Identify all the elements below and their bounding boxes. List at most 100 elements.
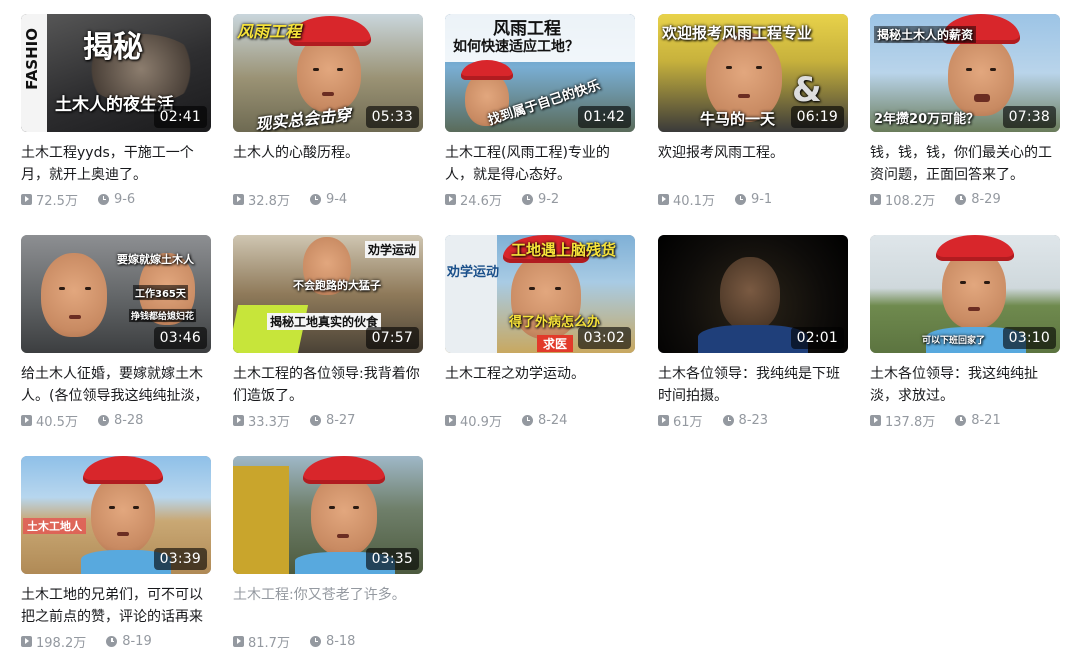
play-icon: [445, 414, 456, 426]
video-title[interactable]: 土木各位领导：我这纯纯扯淡，求放过。: [870, 363, 1060, 407]
video-duration: 05:33: [365, 106, 419, 128]
view-count: 32.8万: [233, 190, 290, 209]
play-icon: [870, 193, 881, 205]
publish-date: 8-18: [309, 634, 355, 649]
video-duration: 07:38: [1002, 106, 1056, 128]
view-count: 198.2万: [21, 632, 86, 651]
video-meta: 81.7万 8-18: [233, 632, 423, 651]
video-thumbnail[interactable]: 工地遇上脑残货 劝学运动 得了外病怎么办 求医 03:02: [445, 235, 635, 353]
clock-icon: [955, 414, 967, 426]
thumbnail-caption: &: [792, 70, 822, 110]
video-thumbnail[interactable]: 要嫁就嫁土木人 工作365天 挣钱都给媳妇花 03:46: [21, 235, 211, 353]
video-thumbnail[interactable]: FASHIO 揭秘 土木人的夜生活 02:41: [21, 14, 211, 132]
play-icon: [658, 193, 669, 205]
video-title[interactable]: 土木工程:你又苍老了许多。: [233, 584, 423, 628]
thumbnail-caption: 不会跑路的大猛子: [293, 279, 381, 292]
video-duration: 02:01: [790, 327, 844, 349]
thumbnail-caption: 土木工地人: [23, 518, 86, 534]
thumbnail-caption: 牛马的一天: [700, 110, 776, 128]
video-meta: 40.1万 9-1: [658, 190, 848, 209]
clock-icon: [97, 193, 109, 205]
publish-date: 8-29: [955, 192, 1001, 207]
video-card[interactable]: 揭秘土木人的薪资 2年攒20万可能？ 07:38 钱，钱，钱，你们最关心的工资问…: [870, 14, 1060, 209]
publish-date: 8-24: [521, 413, 567, 428]
video-duration: 07:57: [365, 327, 419, 349]
video-duration: 03:35: [365, 548, 419, 570]
clock-icon: [309, 414, 321, 426]
view-count: 24.6万: [445, 190, 502, 209]
video-meta: 40.5万 8-28: [21, 411, 211, 430]
video-thumbnail[interactable]: 欢迎报考风雨工程专业 & 牛马的一天 06:19: [658, 14, 848, 132]
video-card[interactable]: 土木工地人 03:39 土木工地的兄弟们，可不可以把之前点的赞，评论的话再来 1…: [21, 456, 211, 651]
video-card[interactable]: 风雨工程 如何快速适应工地？ 找到属于自己的快乐 01:42 土木工程(风雨工程…: [445, 14, 635, 209]
video-title[interactable]: 土木工程之劝学运动。: [445, 363, 635, 407]
video-thumbnail[interactable]: 02:01: [658, 235, 848, 353]
play-icon: [233, 635, 244, 647]
video-card[interactable]: 欢迎报考风雨工程专业 & 牛马的一天 06:19 欢迎报考风雨工程。 40.1万…: [658, 14, 848, 209]
video-title[interactable]: 土木工程yyds，干施工一个月，就开上奥迪了。: [21, 142, 211, 186]
thumbnail-caption: 可以下班回家了: [922, 336, 986, 346]
publish-date: 9-1: [734, 192, 772, 207]
video-card[interactable]: FASHIO 揭秘 土木人的夜生活 02:41 土木工程yyds，干施工一个月，…: [21, 14, 211, 209]
video-title[interactable]: 给土木人征婚，要嫁就嫁土木人。(各位领导我这纯纯扯淡，: [21, 363, 211, 407]
video-title[interactable]: 土木人的心酸历程。: [233, 142, 423, 186]
video-card[interactable]: 可以下班回家了 03:10 土木各位领导：我这纯纯扯淡，求放过。 137.8万 …: [870, 235, 1060, 430]
video-thumbnail[interactable]: 劝学运动 不会跑路的大猛子 揭秘工地真实的伙食 07:57: [233, 235, 423, 353]
video-title[interactable]: 钱，钱，钱，你们最关心的工资问题，正面回答来了。: [870, 142, 1060, 186]
clock-icon: [521, 414, 533, 426]
thumbnail-caption: 工地遇上脑残货: [511, 241, 617, 259]
view-count: 33.3万: [233, 411, 290, 430]
thumbnail-caption: 揭秘工地真实的伙食: [267, 313, 382, 330]
video-duration: 06:19: [790, 106, 844, 128]
video-title[interactable]: 欢迎报考风雨工程。: [658, 142, 848, 186]
video-thumbnail[interactable]: 土木工地人 03:39: [21, 456, 211, 574]
video-card[interactable]: 风雨工程 现实总会击穿 05:33 土木人的心酸历程。 32.8万 9-4: [233, 14, 423, 209]
play-icon: [233, 414, 244, 426]
thumbnail-caption: 挣钱都给媳妇花: [129, 309, 197, 322]
thumbnail-caption: 求医: [537, 335, 574, 352]
thumbnail-caption: FASHIO: [23, 28, 41, 90]
thumbnail-caption: 欢迎报考风雨工程专业: [662, 24, 813, 42]
video-thumbnail[interactable]: 可以下班回家了 03:10: [870, 235, 1060, 353]
video-thumbnail[interactable]: 风雨工程 如何快速适应工地？ 找到属于自己的快乐 01:42: [445, 14, 635, 132]
video-duration: 03:10: [1002, 327, 1056, 349]
video-duration: 01:42: [577, 106, 631, 128]
video-title[interactable]: 土木工程的各位领导:我背着你们造饭了。: [233, 363, 423, 407]
view-count: 108.2万: [870, 190, 935, 209]
clock-icon: [309, 635, 321, 647]
video-card[interactable]: 02:01 土木各位领导：我纯纯是下班时间拍摄。 61万 8-23: [658, 235, 848, 430]
video-title[interactable]: 土木工程(风雨工程)专业的人，就是得心态好。: [445, 142, 635, 186]
video-card[interactable]: 劝学运动 不会跑路的大猛子 揭秘工地真实的伙食 07:57 土木工程的各位领导:…: [233, 235, 423, 430]
play-icon: [870, 414, 881, 426]
clock-icon: [106, 635, 118, 647]
thumbnail-caption: 工作365天: [133, 285, 188, 300]
video-meta: 33.3万 8-27: [233, 411, 423, 430]
clock-icon: [734, 193, 746, 205]
video-card[interactable]: 工地遇上脑残货 劝学运动 得了外病怎么办 求医 03:02 土木工程之劝学运动。…: [445, 235, 635, 430]
video-meta: 61万 8-23: [658, 411, 848, 430]
video-card[interactable]: 要嫁就嫁土木人 工作365天 挣钱都给媳妇花 03:46 给土木人征婚，要嫁就嫁…: [21, 235, 211, 430]
publish-date: 8-28: [97, 413, 143, 428]
clock-icon: [309, 193, 321, 205]
video-thumbnail[interactable]: 风雨工程 现实总会击穿 05:33: [233, 14, 423, 132]
publish-date: 8-23: [722, 413, 768, 428]
video-duration: 03:46: [153, 327, 207, 349]
video-meta: 40.9万 8-24: [445, 411, 635, 430]
clock-icon: [521, 193, 533, 205]
play-icon: [233, 193, 244, 205]
video-title[interactable]: 土木工地的兄弟们，可不可以把之前点的赞，评论的话再来: [21, 584, 211, 628]
clock-icon: [722, 414, 734, 426]
video-meta: 72.5万 9-6: [21, 190, 211, 209]
thumbnail-caption: 2年攒20万可能？: [874, 112, 980, 127]
video-card[interactable]: 03:35 土木工程:你又苍老了许多。 81.7万 8-18: [233, 456, 423, 651]
video-meta: 108.2万 8-29: [870, 190, 1060, 209]
video-thumbnail[interactable]: 揭秘土木人的薪资 2年攒20万可能？ 07:38: [870, 14, 1060, 132]
thumbnail-caption: 风雨工程: [237, 22, 302, 41]
video-title[interactable]: 土木各位领导：我纯纯是下班时间拍摄。: [658, 363, 848, 407]
video-meta: 32.8万 9-4: [233, 190, 423, 209]
video-thumbnail[interactable]: 03:35: [233, 456, 423, 574]
publish-date: 9-6: [97, 192, 135, 207]
view-count: 81.7万: [233, 632, 290, 651]
clock-icon: [97, 414, 109, 426]
view-count: 137.8万: [870, 411, 935, 430]
